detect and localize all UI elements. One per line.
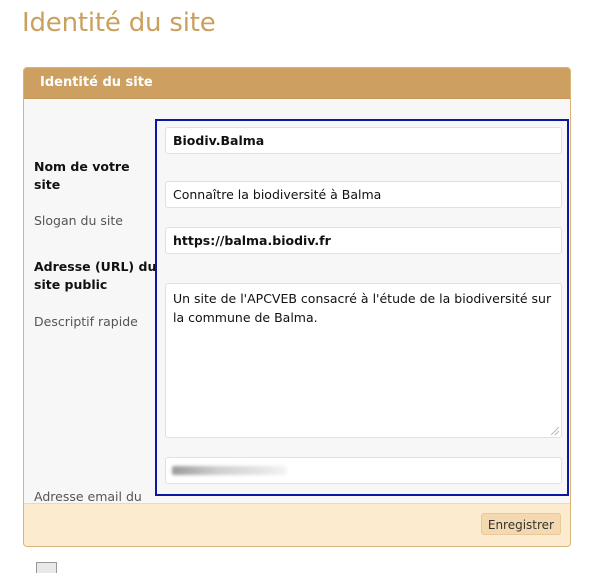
panel-footer: Enregistrer <box>24 503 570 546</box>
save-button[interactable]: Enregistrer <box>480 513 561 535</box>
slogan-input[interactable]: Connaître la biodiversité à Balma <box>165 181 562 208</box>
description-text: Un site de l'APCVEB consacré à l'étude d… <box>173 291 552 325</box>
url-input[interactable]: https://balma.biodiv.fr <box>165 227 562 254</box>
site-identity-panel: Identité du site Nom de votre site Sloga… <box>23 67 571 547</box>
site-name-label: Nom de votre site <box>34 159 130 192</box>
slogan-label: Slogan du site <box>34 213 123 228</box>
panel-header: Identité du site <box>24 68 570 99</box>
resize-grip-icon[interactable] <box>551 427 559 435</box>
url-label: Adresse (URL) du site public <box>34 259 157 292</box>
description-label: Descriptif rapide <box>34 314 138 329</box>
redacted-email <box>172 466 287 475</box>
window-icon <box>36 562 57 573</box>
description-textarea[interactable]: Un site de l'APCVEB consacré à l'étude d… <box>165 283 562 438</box>
email-input[interactable] <box>165 457 562 484</box>
form-body: Nom de votre site Slogan du site Adresse… <box>24 99 570 522</box>
site-name-input[interactable]: Biodiv.Balma <box>165 127 562 154</box>
page-title: Identité du site <box>22 8 216 38</box>
